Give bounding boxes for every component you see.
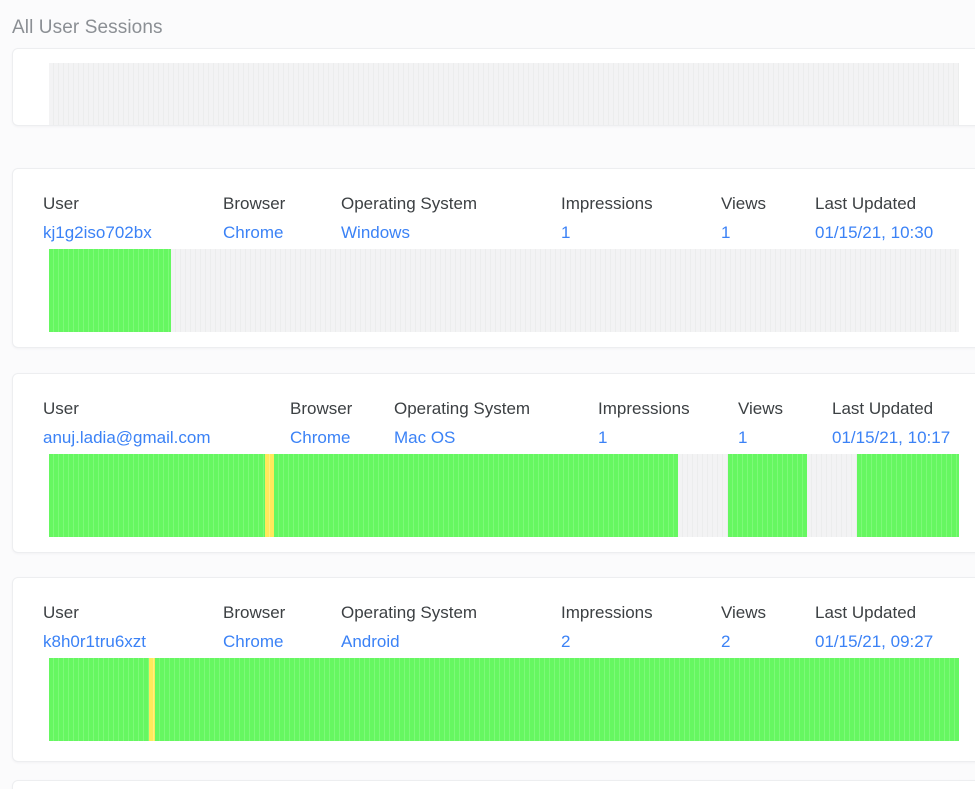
meta-column-last-updated: Last Updated 01/15/21, 10:17 (832, 394, 975, 452)
bar-segment-green (857, 454, 959, 537)
bar-tick (957, 454, 959, 537)
meta-label-browser: Browser (223, 194, 286, 213)
meta-label-last-updated: Last Updated (815, 603, 917, 622)
meta-value-operating-system[interactable]: Android (341, 627, 561, 656)
bar-segment-green (49, 454, 265, 537)
meta-value-user[interactable]: kj1g2iso702bx (43, 218, 223, 247)
meta-column-browser: Browser Chrome (290, 394, 394, 452)
meta-value-operating-system[interactable]: Mac OS (394, 423, 598, 452)
meta-value-views[interactable]: 1 (738, 423, 832, 452)
bar-tick-gap (958, 63, 959, 125)
meta-label-impressions: Impressions (598, 399, 690, 418)
session-meta-row: User k8h0r1tru6xzt Browser Chrome Operating … (43, 598, 975, 656)
meta-column-browser: Browser Chrome (223, 189, 341, 247)
meta-column-impressions: Impressions 2 (561, 598, 721, 656)
session-activity-bar[interactable] (49, 63, 959, 125)
meta-column-operating-system: Operating System Mac OS (394, 394, 598, 452)
meta-value-operating-system[interactable]: Windows (341, 218, 561, 247)
meta-label-operating-system: Operating System (394, 399, 531, 418)
bar-segment-green (728, 454, 807, 537)
meta-label-views: Views (738, 399, 784, 418)
bar-segment-track (49, 63, 959, 125)
meta-value-browser[interactable]: Chrome (223, 627, 341, 656)
meta-column-views: Views 1 (721, 189, 815, 247)
session-card-2[interactable]: User anuj.ladia@gmail.com Browser Chrome Ope… (12, 373, 975, 553)
bar-segment-green (274, 454, 678, 537)
meta-label-operating-system: Operating System (341, 603, 478, 622)
meta-label-views: Views (721, 603, 767, 622)
meta-label-browser: Browser (223, 603, 286, 622)
meta-label-views: Views (721, 194, 767, 213)
meta-column-views: Views 1 (738, 394, 832, 452)
session-meta-row: User kj1g2iso702bx Browser Chrome Operating … (43, 189, 975, 247)
meta-column-operating-system: Operating System Windows (341, 189, 561, 247)
meta-column-user: User k8h0r1tru6xzt (43, 598, 223, 656)
meta-label-last-updated: Last Updated (832, 399, 934, 418)
session-activity-bar[interactable] (49, 454, 959, 537)
meta-column-user: User anuj.ladia@gmail.com (43, 394, 290, 452)
meta-label-user: User (43, 194, 79, 213)
meta-value-user[interactable]: anuj.ladia@gmail.com (43, 423, 290, 452)
meta-label-user: User (43, 399, 79, 418)
meta-value-impressions[interactable]: 1 (561, 218, 721, 247)
meta-column-impressions: Impressions 1 (561, 189, 721, 247)
session-card-0[interactable] (12, 48, 975, 126)
bar-segment-track (678, 454, 728, 537)
session-card-4[interactable] (12, 780, 975, 789)
meta-value-last-updated[interactable]: 01/15/21, 10:17 (832, 423, 975, 452)
meta-label-browser: Browser (290, 399, 353, 418)
meta-column-user: User kj1g2iso702bx (43, 189, 223, 247)
meta-value-impressions[interactable]: 1 (598, 423, 738, 452)
bar-segment-green (49, 249, 171, 332)
bar-tick (956, 249, 959, 332)
bar-segment-track (171, 249, 959, 332)
meta-value-last-updated[interactable]: 01/15/21, 10:30 (815, 218, 975, 247)
meta-value-last-updated[interactable]: 01/15/21, 09:27 (815, 627, 975, 656)
session-card-3[interactable]: User k8h0r1tru6xzt Browser Chrome Operating … (12, 577, 975, 762)
meta-value-impressions[interactable]: 2 (561, 627, 721, 656)
meta-column-last-updated: Last Updated 01/15/21, 10:30 (815, 189, 975, 247)
page-title: All User Sessions (12, 17, 163, 38)
meta-value-views[interactable]: 2 (721, 627, 815, 656)
bar-segment-green (155, 658, 959, 741)
meta-value-browser[interactable]: Chrome (290, 423, 394, 452)
session-activity-bar[interactable] (49, 658, 959, 741)
meta-label-user: User (43, 603, 79, 622)
bar-segment-yellow (265, 454, 274, 537)
meta-value-views[interactable]: 1 (721, 218, 815, 247)
bar-tick (955, 658, 959, 741)
meta-label-last-updated: Last Updated (815, 194, 917, 213)
meta-label-impressions: Impressions (561, 603, 653, 622)
meta-column-operating-system: Operating System Android (341, 598, 561, 656)
meta-value-browser[interactable]: Chrome (223, 218, 341, 247)
bar-segment-track (807, 454, 857, 537)
meta-column-impressions: Impressions 1 (598, 394, 738, 452)
meta-label-impressions: Impressions (561, 194, 653, 213)
meta-column-browser: Browser Chrome (223, 598, 341, 656)
meta-value-user[interactable]: k8h0r1tru6xzt (43, 627, 223, 656)
meta-column-last-updated: Last Updated 01/15/21, 09:27 (815, 598, 975, 656)
session-meta-row: User anuj.ladia@gmail.com Browser Chrome Ope… (43, 394, 975, 452)
session-activity-bar[interactable] (49, 249, 959, 332)
meta-column-views: Views 2 (721, 598, 815, 656)
all-user-sessions-page: All User Sessions User kj1g2iso702bx Brows… (0, 0, 975, 789)
bar-segment-green (49, 658, 149, 741)
meta-label-operating-system: Operating System (341, 194, 478, 213)
session-card-1[interactable]: User kj1g2iso702bx Browser Chrome Operating … (12, 168, 975, 348)
